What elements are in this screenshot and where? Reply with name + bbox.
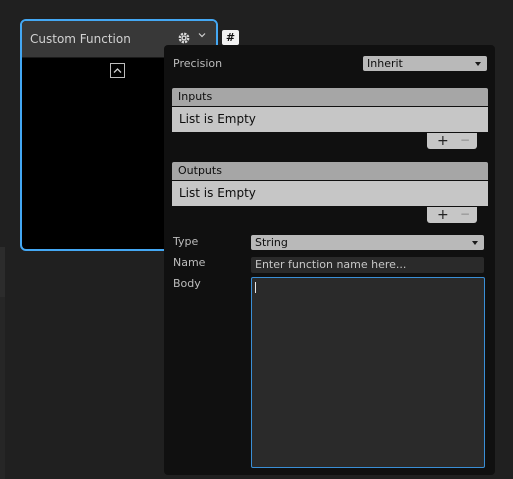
node-settings-panel: Precision Inherit Inputs List is Empty +…	[164, 45, 495, 475]
hash-badge: #	[222, 30, 239, 45]
inputs-add-button[interactable]: +	[437, 133, 449, 149]
chevron-up-icon	[113, 64, 122, 77]
dropdown-arrow-icon	[472, 241, 478, 245]
canvas-edge-strip-lower	[0, 297, 5, 479]
function-name-placeholder: Enter function name here...	[255, 258, 407, 271]
type-dropdown[interactable]: String	[251, 235, 484, 250]
node-title: Custom Function	[30, 32, 131, 46]
canvas-edge-strip	[0, 247, 5, 297]
function-body-textarea[interactable]	[251, 277, 485, 468]
text-caret	[255, 282, 256, 293]
outputs-remove-button[interactable]: −	[460, 207, 470, 222]
inputs-remove-button[interactable]: −	[460, 133, 470, 148]
type-label: Type	[173, 235, 199, 248]
outputs-add-button[interactable]: +	[437, 207, 449, 223]
gear-icon[interactable]	[177, 31, 191, 45]
inputs-list-empty: List is Empty	[172, 107, 488, 132]
precision-label: Precision	[173, 57, 223, 70]
chevron-down-icon[interactable]	[198, 31, 206, 42]
collapse-preview-button[interactable]	[110, 63, 125, 78]
precision-dropdown[interactable]: Inherit	[363, 56, 487, 71]
inputs-list-header: Inputs	[172, 88, 488, 106]
outputs-list-empty: List is Empty	[172, 181, 488, 206]
inputs-list-footer: + −	[427, 133, 477, 149]
outputs-list-header: Outputs	[172, 162, 488, 180]
name-label: Name	[173, 256, 206, 269]
outputs-list-footer: + −	[427, 207, 477, 223]
dropdown-arrow-icon	[475, 62, 481, 66]
function-name-input[interactable]: Enter function name here...	[251, 257, 484, 273]
precision-value: Inherit	[367, 57, 403, 70]
type-value: String	[255, 236, 288, 249]
body-label: Body	[173, 277, 201, 290]
